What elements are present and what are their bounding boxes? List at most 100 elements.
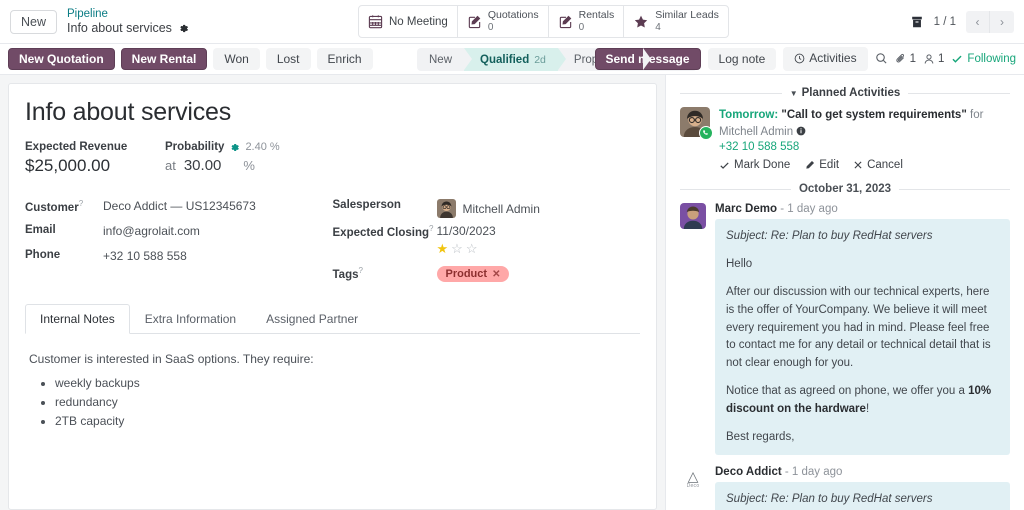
deco-logo-word: Deco bbox=[687, 483, 700, 489]
stat-button-similar-leads[interactable]: Similar Leads 4 bbox=[624, 6, 728, 37]
stat-button-similar-leads-value: 4 bbox=[655, 22, 719, 33]
document-edit-icon bbox=[558, 14, 573, 29]
attachment-count[interactable]: 1 bbox=[895, 53, 916, 65]
activity-when: Tomorrow: bbox=[719, 109, 778, 121]
activities-button[interactable]: Activities bbox=[783, 47, 867, 71]
clock-icon bbox=[794, 53, 805, 64]
tag-product-label: Product bbox=[446, 268, 488, 280]
search-icon[interactable] bbox=[875, 52, 888, 65]
message-paragraph: Best regards, bbox=[726, 429, 999, 447]
tab-assigned-partner[interactable]: Assigned Partner bbox=[251, 304, 373, 334]
stat-button-similar-leads-label: Similar Leads bbox=[655, 10, 719, 22]
phone-value[interactable]: +32 10 588 558 bbox=[103, 246, 187, 263]
star-icon-2[interactable]: ☆ bbox=[451, 241, 463, 257]
status-step-new[interactable]: New bbox=[417, 48, 464, 71]
expected-revenue-value[interactable]: $25,000.00 bbox=[25, 156, 165, 176]
status-step-qualified-label: Qualified bbox=[480, 54, 529, 66]
optional-marker: ? bbox=[79, 199, 83, 208]
probability-value[interactable]: 30.00 bbox=[184, 157, 222, 174]
expected-revenue-label: Expected Revenue bbox=[25, 141, 165, 153]
tags-field: Tags? Product ✕ bbox=[333, 263, 641, 288]
probability-field: Probability 2.40 % at 30.00 % bbox=[165, 141, 640, 176]
chevron-down-icon: ▼ bbox=[790, 89, 798, 98]
customer-value[interactable]: Deco Addict — US12345673 bbox=[103, 196, 256, 213]
message-author[interactable]: Marc Demo bbox=[715, 203, 777, 215]
mark-done-label: Mark Done bbox=[734, 159, 790, 171]
phone-icon bbox=[699, 126, 713, 140]
message-paragraph: Hello bbox=[726, 256, 999, 274]
archive-icon[interactable] bbox=[910, 15, 924, 29]
log-note-button[interactable]: Log note bbox=[708, 48, 777, 70]
salesperson-label: Salesperson bbox=[333, 196, 437, 211]
following-toggle[interactable]: Following bbox=[951, 53, 1016, 65]
message-item: Marc Demo - 1 day ago Subject: Re: Plan … bbox=[680, 203, 1010, 455]
close-icon[interactable]: ✕ bbox=[492, 269, 500, 280]
probability-at-label: at bbox=[165, 158, 176, 173]
gear-icon[interactable] bbox=[229, 142, 240, 153]
activity-phone[interactable]: +32 10 588 558 bbox=[719, 141, 1010, 153]
follower-count-value: 1 bbox=[938, 53, 944, 65]
stat-button-no-meeting[interactable]: No Meeting bbox=[359, 6, 458, 37]
breadcrumb-current: Info about services bbox=[67, 21, 189, 37]
mark-done-button[interactable]: Mark Done bbox=[719, 159, 790, 171]
planned-activities-toggle[interactable]: ▼ Planned Activities bbox=[790, 87, 901, 99]
optional-marker: ? bbox=[429, 224, 433, 233]
activities-button-label: Activities bbox=[809, 51, 856, 65]
new-quotation-button[interactable]: New Quotation bbox=[8, 48, 115, 70]
salesperson-value[interactable]: Mitchell Admin bbox=[463, 202, 540, 216]
message-body: Subject: Re: Plan to buy RedHat servers … bbox=[715, 482, 1010, 510]
new-record-button[interactable]: New bbox=[10, 10, 57, 34]
internal-notes-list: weekly backups redundancy 2TB capacity bbox=[29, 376, 636, 428]
probability-auto-value: 2.40 % bbox=[245, 141, 279, 153]
expected-closing-label: Expected Closing bbox=[333, 227, 430, 239]
cancel-activity-button[interactable]: Cancel bbox=[853, 159, 903, 171]
planned-activities-header: ▼ Planned Activities bbox=[680, 87, 1010, 99]
edit-activity-button[interactable]: Edit bbox=[804, 159, 839, 171]
new-rental-button[interactable]: New Rental bbox=[121, 48, 208, 70]
tab-internal-notes[interactable]: Internal Notes bbox=[25, 304, 130, 334]
enrich-button[interactable]: Enrich bbox=[317, 48, 373, 70]
avatar bbox=[437, 199, 456, 218]
breadcrumb: Pipeline Info about services bbox=[67, 7, 189, 37]
stat-button-no-meeting-label: No Meeting bbox=[389, 16, 448, 28]
tab-extra-information[interactable]: Extra Information bbox=[130, 304, 251, 334]
optional-marker: ? bbox=[359, 266, 363, 275]
email-value[interactable]: info@agrolait.com bbox=[103, 221, 200, 238]
list-item: weekly backups bbox=[55, 376, 636, 390]
odoo-crm-form-view: New Pipeline Info about services No Meet… bbox=[0, 0, 1024, 510]
message-paragraph: After our discussion with our technical … bbox=[726, 284, 999, 373]
message-time: - 1 day ago bbox=[780, 203, 838, 215]
follower-count[interactable]: 1 bbox=[923, 53, 944, 65]
won-button[interactable]: Won bbox=[213, 48, 259, 70]
form-pane: Info about services Expected Revenue $25… bbox=[0, 75, 665, 510]
probability-unit: % bbox=[243, 158, 255, 173]
gear-icon[interactable] bbox=[178, 23, 189, 34]
paperclip-icon bbox=[895, 53, 907, 65]
star-icon-1[interactable]: ★ bbox=[437, 241, 449, 257]
pager-previous-button[interactable]: ‹ bbox=[966, 11, 990, 33]
following-label: Following bbox=[967, 53, 1016, 65]
priority-stars[interactable]: ★ ☆ ☆ bbox=[437, 241, 496, 257]
lost-button[interactable]: Lost bbox=[266, 48, 311, 70]
status-step-qualified[interactable]: Qualified 2d bbox=[464, 48, 558, 71]
customer-label: Customer bbox=[25, 202, 79, 214]
message-body: Subject: Re: Plan to buy RedHat servers … bbox=[715, 219, 1010, 455]
stat-button-rentals[interactable]: Rentals 0 bbox=[549, 6, 625, 37]
breadcrumb-parent-pipeline[interactable]: Pipeline bbox=[67, 7, 189, 21]
info-icon[interactable] bbox=[796, 126, 806, 136]
divider bbox=[680, 189, 791, 190]
document-edit-icon bbox=[467, 14, 482, 29]
edit-activity-label: Edit bbox=[819, 159, 839, 171]
expected-closing-value[interactable]: 11/30/2023 bbox=[437, 224, 496, 238]
tag-product[interactable]: Product ✕ bbox=[437, 266, 510, 282]
internal-notes-content[interactable]: Customer is interested in SaaS options. … bbox=[25, 334, 640, 451]
check-icon bbox=[719, 160, 730, 171]
pager-next-button[interactable]: › bbox=[990, 11, 1014, 33]
tags-label: Tags bbox=[333, 269, 359, 281]
stat-button-group: No Meeting Quotations 0 Rentals 0 bbox=[358, 5, 729, 38]
customer-field: Customer? Deco Addict — US12345673 bbox=[25, 196, 333, 221]
star-icon-3[interactable]: ☆ bbox=[466, 241, 478, 257]
message-author[interactable]: Deco Addict bbox=[715, 466, 782, 478]
stat-button-quotations[interactable]: Quotations 0 bbox=[458, 6, 549, 37]
close-icon bbox=[853, 160, 863, 170]
